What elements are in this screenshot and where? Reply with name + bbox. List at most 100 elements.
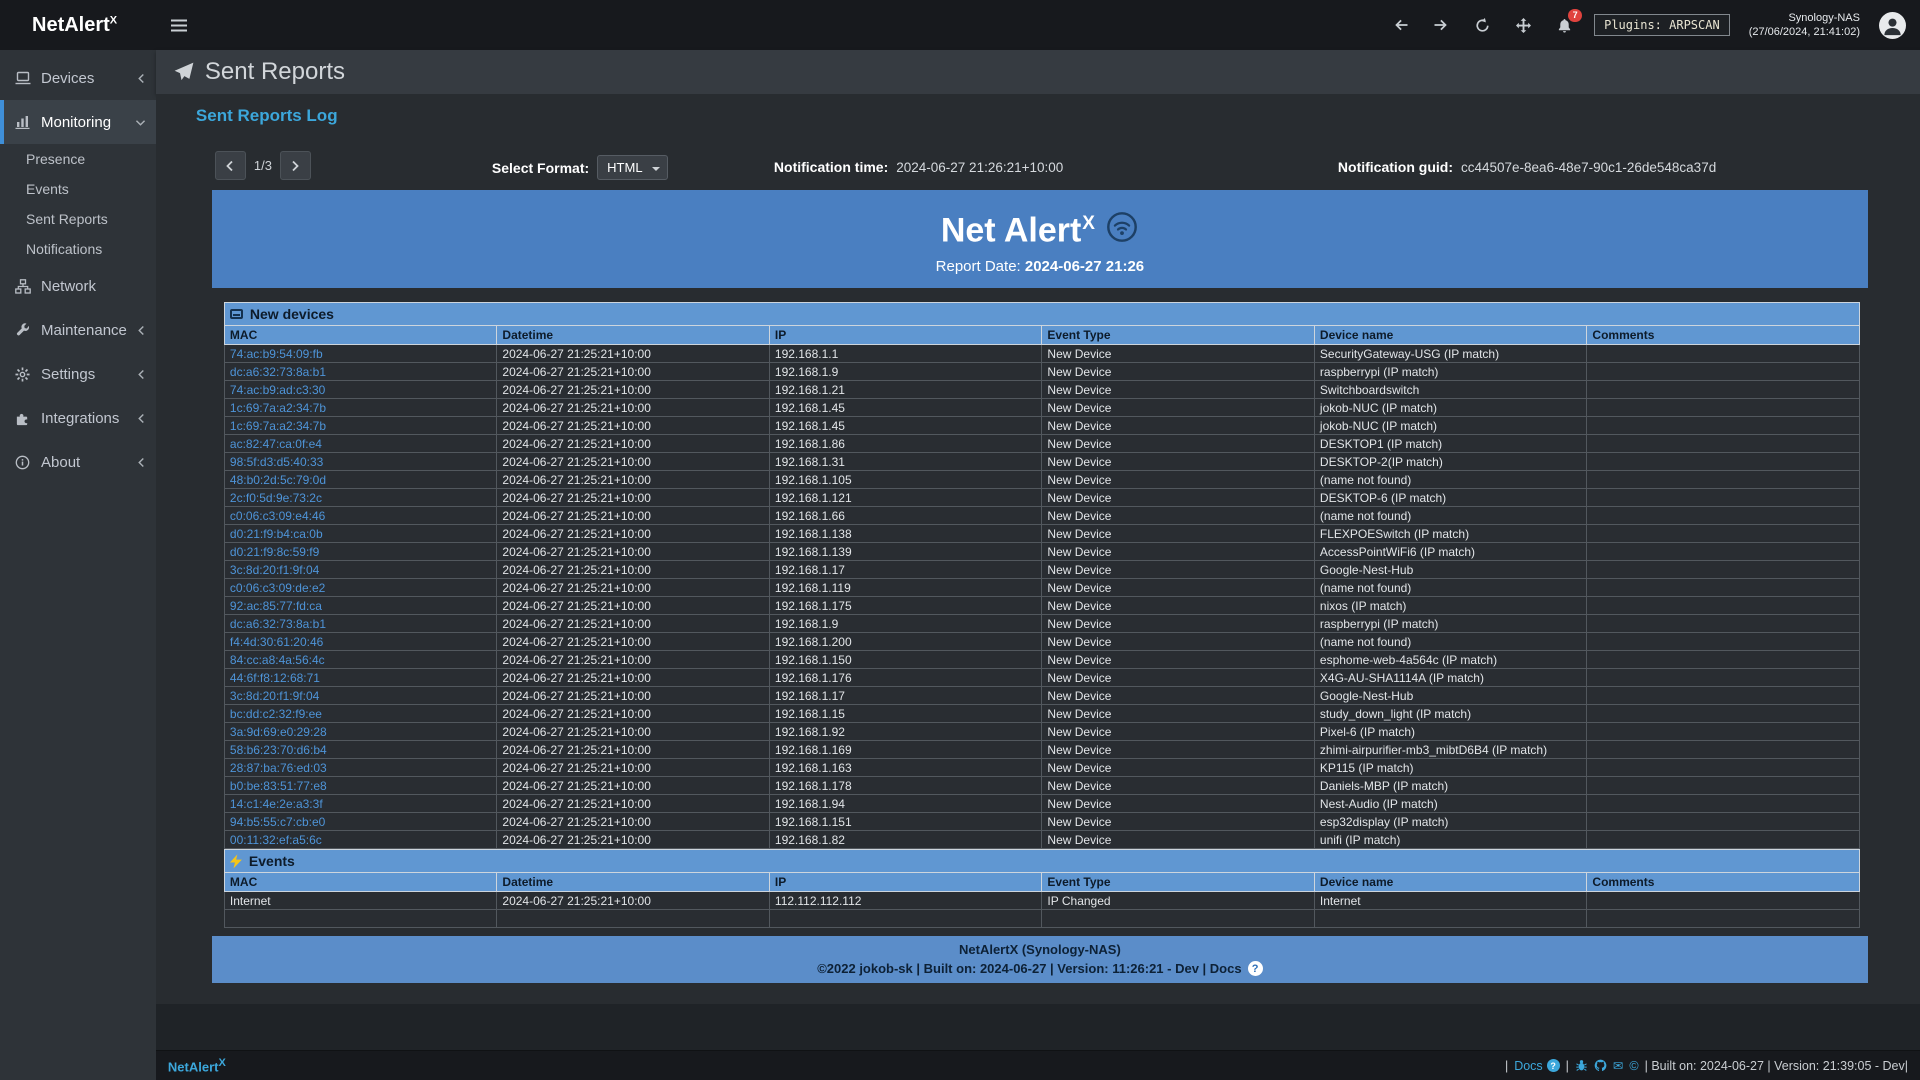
- mac-link[interactable]: d0:21:f9:8c:59:f9: [230, 545, 319, 559]
- mac-link[interactable]: bc:dd:c2:32:f9:ee: [230, 707, 322, 721]
- cell: [1587, 892, 1860, 910]
- table-row: 74:ac:b9:ad:c3:302024-06-27 21:25:21+10:…: [224, 381, 1859, 399]
- wrench-icon: [14, 323, 31, 338]
- mac-cell: 44:6f:f8:12:68:71: [224, 669, 497, 687]
- sidebar-item-monitoring[interactable]: Monitoring: [0, 100, 156, 144]
- sidebar-item-notifications[interactable]: Notifications: [0, 234, 156, 264]
- mail-link[interactable]: ✉: [1613, 1058, 1623, 1073]
- mac-cell: 28:87:ba:76:ed:03: [224, 759, 497, 777]
- sidebar-item-integrations[interactable]: Integrations: [0, 396, 156, 440]
- notification-guid-label: Notification guid:: [1338, 159, 1453, 175]
- mac-link[interactable]: 58:b6:23:70:d6:b4: [230, 743, 327, 757]
- plugins-status-badge: Plugins: ARPSCAN: [1594, 14, 1730, 36]
- sidebar-item-devices[interactable]: Devices: [0, 56, 156, 100]
- sidebar-item-label: Monitoring: [41, 114, 125, 131]
- mac-link[interactable]: 98:5f:d3:d5:40:33: [230, 455, 323, 469]
- notifications-bell-button[interactable]: 7: [1553, 14, 1575, 36]
- mac-link[interactable]: d0:21:f9:b4:ca:0b: [230, 527, 323, 541]
- sidebar-item-label: Network: [41, 278, 146, 295]
- forward-arrow-icon[interactable]: [1430, 14, 1452, 36]
- mac-link[interactable]: dc:a6:32:73:8a:b1: [230, 365, 326, 379]
- cell: [1587, 669, 1860, 687]
- mac-link[interactable]: 44:6f:f8:12:68:71: [230, 671, 320, 685]
- mac-link[interactable]: f4:4d:30:61:20:46: [230, 635, 323, 649]
- sidebar-item-about[interactable]: About: [0, 440, 156, 484]
- sidebar-item-network[interactable]: Network: [0, 264, 156, 308]
- cell: New Device: [1042, 813, 1315, 831]
- mac-link[interactable]: 74:ac:b9:ad:c3:30: [230, 383, 325, 397]
- host-time: (27/06/2024, 21:41:02): [1749, 25, 1860, 39]
- sidebar-item-label: Devices: [41, 70, 127, 87]
- mac-link[interactable]: 1c:69:7a:a2:34:7b: [230, 401, 326, 415]
- mac-link[interactable]: 28:87:ba:76:ed:03: [230, 761, 327, 775]
- mac-link[interactable]: dc:a6:32:73:8a:b1: [230, 617, 326, 631]
- cell: [1314, 910, 1587, 928]
- mac-link[interactable]: 74:ac:b9:54:09:fb: [230, 347, 323, 361]
- mac-link[interactable]: 48:b0:2d:5c:79:0d: [230, 473, 326, 487]
- table-row: 44:6f:f8:12:68:712024-06-27 21:25:21+10:…: [224, 669, 1859, 687]
- bug-report-link[interactable]: [1575, 1059, 1588, 1072]
- cell: New Device: [1042, 507, 1315, 525]
- sent-reports-log-link[interactable]: Sent Reports Log: [196, 106, 338, 126]
- mac-link[interactable]: c0:06:c3:09:e4:46: [230, 509, 325, 523]
- cell: [497, 910, 770, 928]
- mac-link[interactable]: 3a:9d:69:e0:29:28: [230, 725, 327, 739]
- move-arrows-icon[interactable]: [1512, 14, 1534, 36]
- cell: [1587, 579, 1860, 597]
- sidebar-item-maintenance[interactable]: Maintenance: [0, 308, 156, 352]
- next-page-button[interactable]: [280, 151, 311, 180]
- cell: 192.168.1.45: [769, 417, 1042, 435]
- sidebar-item-presence[interactable]: Presence: [0, 144, 156, 174]
- mac-cell: 1c:69:7a:a2:34:7b: [224, 417, 497, 435]
- cell: [1587, 381, 1860, 399]
- table-row: 00:11:32:ef:a5:6c2024-06-27 21:25:21+10:…: [224, 831, 1859, 849]
- mac-link[interactable]: 00:11:32:ef:a5:6c: [230, 833, 322, 847]
- format-select[interactable]: HTML: [597, 155, 667, 180]
- chevron-left-icon: [137, 73, 146, 84]
- cell: 2024-06-27 21:25:21+10:00: [497, 615, 770, 633]
- cell: (name not found): [1314, 579, 1587, 597]
- cell: 192.168.1.9: [769, 615, 1042, 633]
- docs-link[interactable]: Docs?: [1514, 1059, 1559, 1073]
- footer-brand-link[interactable]: NetAlertX: [168, 1057, 226, 1074]
- back-arrow-icon[interactable]: [1389, 14, 1411, 36]
- cell: X4G-AU-SHA1114A (IP match): [1314, 669, 1587, 687]
- hamburger-menu-button[interactable]: [168, 14, 190, 36]
- refresh-icon[interactable]: [1471, 14, 1493, 36]
- mac-link[interactable]: 84:cc:a8:4a:56:4c: [230, 653, 325, 667]
- github-link[interactable]: [1594, 1059, 1607, 1072]
- mac-link[interactable]: 92:ac:85:77:fd:ca: [230, 599, 322, 613]
- host-name: Synology-NAS: [1788, 11, 1860, 25]
- bolt-icon: [230, 854, 242, 868]
- mac-link[interactable]: c0:06:c3:09:de:e2: [230, 581, 325, 595]
- mac-link[interactable]: 3c:8d:20:f1:9f:04: [230, 563, 319, 577]
- mac-link[interactable]: 2c:f0:5d:9e:73:2c: [230, 491, 322, 505]
- copyright-icon[interactable]: ©: [1629, 1059, 1638, 1073]
- cell: [1587, 417, 1860, 435]
- mac-link[interactable]: ac:82:47:ca:0f:e4: [230, 437, 322, 451]
- sidebar-item-sent-reports[interactable]: Sent Reports: [0, 204, 156, 234]
- sidebar-item-settings[interactable]: Settings: [0, 352, 156, 396]
- cell: 192.168.1.119: [769, 579, 1042, 597]
- table-row: 1c:69:7a:a2:34:7b2024-06-27 21:25:21+10:…: [224, 417, 1859, 435]
- mac-link[interactable]: 1c:69:7a:a2:34:7b: [230, 419, 326, 433]
- cell: 2024-06-27 21:25:21+10:00: [497, 723, 770, 741]
- cell: [1587, 813, 1860, 831]
- cell: New Device: [1042, 381, 1315, 399]
- user-avatar[interactable]: [1879, 12, 1906, 39]
- cell: [1587, 651, 1860, 669]
- mac-link[interactable]: 14:c1:4e:2e:a3:3f: [230, 797, 323, 811]
- brand-logo[interactable]: NetAlertX: [0, 14, 150, 37]
- cell: 2024-06-27 21:25:21+10:00: [497, 705, 770, 723]
- cell: jokob-NUC (IP match): [1314, 417, 1587, 435]
- mac-link[interactable]: 94:b5:55:c7:cb:e0: [230, 815, 325, 829]
- column-header: IP: [769, 326, 1042, 345]
- cell: 2024-06-27 21:25:21+10:00: [497, 687, 770, 705]
- mac-link[interactable]: b0:be:83:51:77:e8: [230, 779, 327, 793]
- mac-link[interactable]: 3c:8d:20:f1:9f:04: [230, 689, 319, 703]
- notification-time-label: Notification time:: [774, 159, 888, 175]
- cell: [1587, 687, 1860, 705]
- sidebar-item-events[interactable]: Events: [0, 174, 156, 204]
- cell: 2024-06-27 21:25:21+10:00: [497, 892, 770, 910]
- prev-page-button[interactable]: [215, 151, 246, 180]
